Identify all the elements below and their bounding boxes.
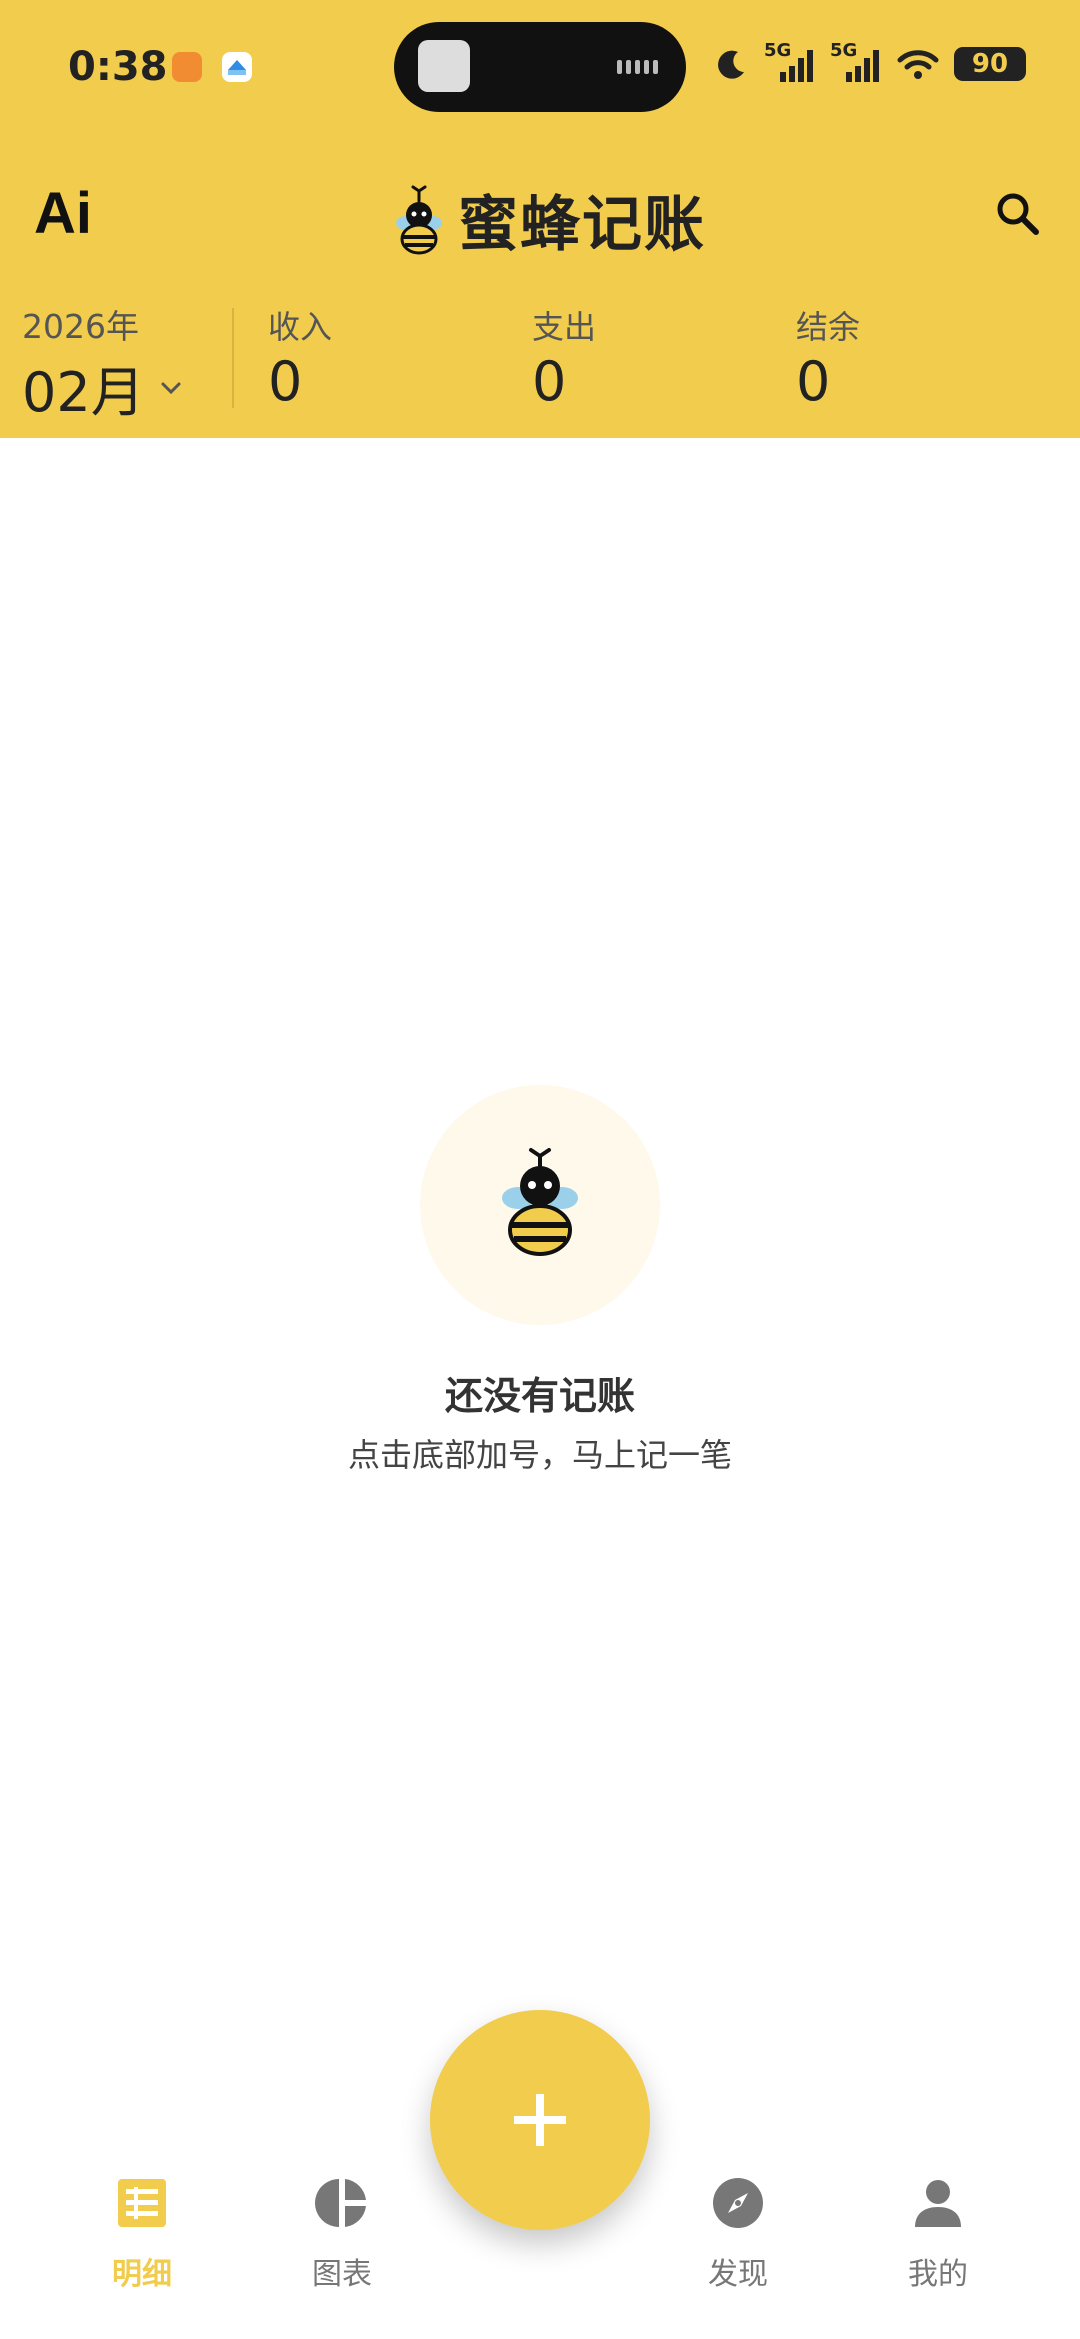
tab-charts[interactable]: 图表	[262, 2175, 422, 2293]
income-value: 0	[268, 350, 303, 413]
media-thumbnail	[418, 40, 470, 92]
year-label: 2026年	[22, 307, 139, 346]
summary-divider	[232, 308, 234, 408]
ai-button[interactable]: Ai	[34, 180, 92, 247]
search-button[interactable]	[990, 186, 1046, 242]
pie-chart-icon	[315, 2179, 366, 2227]
battery-indicator: 90	[954, 47, 1026, 81]
income-label: 收入	[268, 308, 333, 346]
search-icon	[997, 193, 1039, 235]
app-title: 蜜蜂记账	[458, 190, 706, 260]
notification-app-icon	[172, 52, 202, 82]
tab-label: 发现	[708, 2257, 768, 2292]
chevron-down-icon	[161, 382, 181, 394]
dynamic-island	[394, 22, 686, 112]
status-indicators: 5G 5G 90	[714, 40, 1026, 84]
month-selector[interactable]: 02月	[22, 348, 185, 427]
bee-logo-icon	[396, 185, 442, 254]
tab-profile[interactable]: 我的	[858, 2175, 1018, 2293]
compass-icon	[713, 2178, 763, 2228]
audio-wave-icon	[617, 60, 658, 74]
header-bar: 0:38 5G 5G 90 Ai 蜜蜂记账 2026年 02月 收入 0 支出 …	[0, 0, 1080, 438]
person-icon	[915, 2180, 961, 2227]
notification-app-icon-2	[222, 52, 252, 82]
plus-icon	[514, 2094, 566, 2146]
status-time: 0:38	[68, 44, 168, 90]
cell-signal-icon-2: 5G	[830, 40, 882, 84]
empty-state-title: 还没有记账	[444, 1374, 635, 1418]
list-icon	[118, 2179, 166, 2227]
balance-label: 结余	[796, 308, 861, 346]
tab-label: 明细	[112, 2257, 172, 2292]
add-record-button[interactable]	[430, 2010, 650, 2230]
bee-mascot-icon	[502, 1148, 578, 1256]
balance-value: 0	[796, 350, 831, 413]
tab-details[interactable]: 明细	[62, 2175, 222, 2293]
cell-signal-icon: 5G	[764, 40, 816, 84]
tab-label: 我的	[908, 2257, 968, 2292]
wifi-icon	[897, 50, 939, 79]
tab-label: 图表	[312, 2257, 372, 2292]
tab-discover[interactable]: 发现	[658, 2175, 818, 2293]
app-title-group: 蜜蜂记账	[394, 176, 706, 263]
expense-value: 0	[532, 350, 567, 413]
expense-label: 支出	[532, 308, 597, 346]
empty-state-subtitle: 点击底部加号，马上记一笔	[347, 1436, 732, 1474]
moon-icon	[718, 50, 744, 79]
month-label: 02月	[22, 361, 145, 424]
